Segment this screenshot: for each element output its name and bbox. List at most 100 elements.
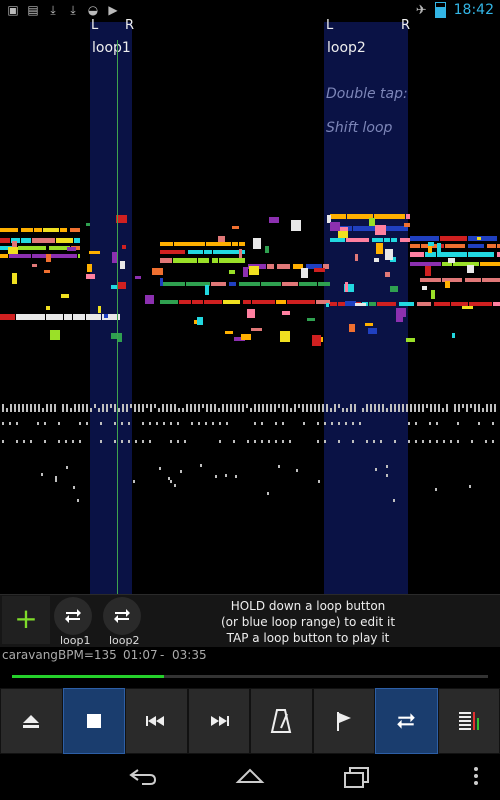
note-block xyxy=(46,314,63,320)
note-block xyxy=(32,264,37,267)
metronome-button[interactable] xyxy=(250,688,313,754)
eject-button[interactable] xyxy=(0,688,63,754)
loop1-button[interactable] xyxy=(54,597,92,635)
note-block xyxy=(134,408,136,412)
mixer-button[interactable] xyxy=(437,688,500,754)
note-block xyxy=(65,440,67,443)
repeat-icon xyxy=(397,713,416,729)
menu-icon[interactable] xyxy=(472,766,480,786)
note-block xyxy=(200,464,202,467)
marker-button[interactable] xyxy=(312,688,375,754)
note-block xyxy=(278,404,280,408)
note-block xyxy=(366,408,368,412)
note-block xyxy=(178,408,180,412)
forward-button[interactable] xyxy=(187,688,250,754)
note-block xyxy=(322,408,324,412)
note-block xyxy=(478,408,480,412)
note-block xyxy=(177,422,179,425)
note-block xyxy=(242,408,244,412)
note-block xyxy=(302,408,304,412)
note-block xyxy=(38,408,40,412)
note-block xyxy=(373,440,375,443)
note-block xyxy=(268,440,270,443)
recent-apps-icon[interactable] xyxy=(342,766,372,788)
loop2-button[interactable] xyxy=(103,597,141,635)
note-block xyxy=(21,228,33,232)
note-block xyxy=(354,408,356,412)
note-block xyxy=(359,422,361,425)
note-block xyxy=(64,314,72,320)
stop-button[interactable] xyxy=(62,688,125,754)
note-block xyxy=(442,408,444,412)
loop1-right-marker[interactable]: R xyxy=(125,18,134,33)
note-block xyxy=(374,258,379,262)
back-icon[interactable] xyxy=(128,766,158,786)
note-block xyxy=(16,314,45,320)
playhead[interactable] xyxy=(117,40,118,594)
loop1-left-marker[interactable]: L xyxy=(91,18,98,33)
note-block xyxy=(177,440,179,443)
note-block xyxy=(406,214,410,219)
loop2-left-marker[interactable]: L xyxy=(326,18,333,33)
note-block xyxy=(478,422,480,425)
note-block xyxy=(50,254,77,258)
note-block xyxy=(462,306,473,309)
note-block xyxy=(179,300,191,304)
note-block xyxy=(267,492,269,495)
note-block xyxy=(490,408,492,412)
add-loop-button[interactable]: + xyxy=(2,596,50,644)
note-block xyxy=(280,331,290,342)
note-block xyxy=(8,247,18,254)
android-icon: ◒ xyxy=(87,3,99,17)
note-block xyxy=(6,408,8,412)
note-block xyxy=(306,408,308,412)
note-block xyxy=(282,440,284,443)
note-block xyxy=(218,236,225,242)
note-block xyxy=(261,422,263,425)
loop2-label: loop2 xyxy=(327,40,366,56)
loop-button[interactable] xyxy=(375,688,438,754)
note-block xyxy=(355,303,366,306)
note-block xyxy=(390,408,392,412)
note-block xyxy=(42,408,44,412)
notification-icons: ▣ ▤ ⤓ ⤓ ◒ ▶ xyxy=(6,3,120,17)
note-block xyxy=(62,408,64,412)
note-block xyxy=(399,302,414,306)
note-block xyxy=(18,408,20,412)
note-block xyxy=(266,408,268,412)
note-block xyxy=(188,250,203,254)
sd-icon: ▣ xyxy=(7,3,19,17)
note-block xyxy=(212,258,218,263)
note-block xyxy=(9,254,31,258)
note-block xyxy=(417,302,431,306)
note-block xyxy=(290,408,292,412)
note-block xyxy=(226,408,228,412)
note-block xyxy=(74,408,76,412)
note-block xyxy=(422,440,424,443)
note-block xyxy=(470,404,472,408)
note-block xyxy=(366,440,368,443)
note-block xyxy=(330,408,332,412)
song-progress[interactable] xyxy=(12,675,488,678)
loop1-range[interactable] xyxy=(90,22,132,594)
loop1-label: loop1 xyxy=(92,40,131,56)
home-icon[interactable] xyxy=(235,766,265,786)
note-block xyxy=(213,250,241,254)
loop2-right-marker[interactable]: R xyxy=(401,18,410,33)
note-block xyxy=(122,408,124,412)
note-block xyxy=(106,408,108,412)
note-block xyxy=(249,266,259,275)
note-block xyxy=(246,404,248,408)
note-block xyxy=(235,475,237,478)
note-block xyxy=(492,440,494,443)
note-block xyxy=(234,408,236,412)
note-block xyxy=(410,408,412,412)
note-block xyxy=(198,258,209,263)
note-block xyxy=(197,317,203,325)
help-text: HOLD down a loop button (or blue loop ra… xyxy=(178,598,438,646)
note-block xyxy=(458,408,460,412)
note-canvas[interactable] xyxy=(0,22,500,594)
note-block xyxy=(58,440,60,443)
note-block xyxy=(34,408,36,412)
rewind-button[interactable] xyxy=(125,688,188,754)
